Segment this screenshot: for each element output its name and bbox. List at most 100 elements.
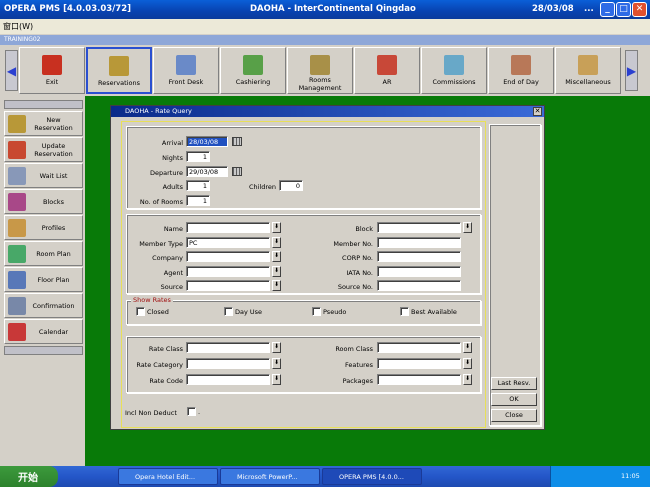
toolbar-cashiering[interactable]: Cashiering <box>220 47 286 94</box>
source-no-input[interactable] <box>377 280 461 291</box>
name-dropdown[interactable]: ⬇ <box>272 222 281 233</box>
departure-input[interactable]: 29/03/08 <box>186 166 228 177</box>
floor-plan-icon <box>8 271 26 289</box>
rate-code-input[interactable] <box>186 374 270 385</box>
taskbar-item-opera-pms[interactable]: OPERA PMS [4.0.0... <box>322 468 422 485</box>
packages-input[interactable] <box>377 374 461 385</box>
close-button[interactable]: ✕ <box>632 2 647 17</box>
sidebar-item-calendar[interactable]: Calendar <box>4 319 83 344</box>
calendar-icon[interactable] <box>232 167 242 176</box>
sidebar-item-update-reservation[interactable]: Update Reservation <box>4 137 83 162</box>
miscellaneous-icon <box>578 55 598 75</box>
toolbar-end-of-day[interactable]: End of Day <box>488 47 554 94</box>
closed-checkbox[interactable] <box>136 307 145 316</box>
rate-code-dropdown[interactable]: ⬇ <box>272 374 281 385</box>
profiles-icon <box>8 219 26 237</box>
rooms-label: No. of Rooms <box>139 198 183 206</box>
toolbar-rooms-management[interactable]: Rooms Management <box>287 47 353 94</box>
agent-dropdown[interactable]: ⬇ <box>272 266 281 277</box>
packages-dropdown[interactable]: ⬇ <box>463 374 472 385</box>
toolbar-reservations[interactable]: Reservations <box>86 47 152 94</box>
taskbar-item-opera-hotel[interactable]: Opera Hotel Edit... <box>118 468 218 485</box>
rate-category-dropdown[interactable]: ⬇ <box>272 358 281 369</box>
app-title: OPERA PMS [4.0.03.03/72] <box>4 4 131 14</box>
block-input[interactable] <box>377 222 461 233</box>
toolbar-commissions[interactable]: Commissions <box>421 47 487 94</box>
taskbar-item-powerpoint[interactable]: Microsoft PowerP... <box>220 468 320 485</box>
features-input[interactable] <box>377 358 461 369</box>
member-no-input[interactable] <box>377 237 461 248</box>
minimize-button[interactable]: _ <box>600 2 615 17</box>
adults-input[interactable]: 1 <box>186 180 210 191</box>
sidebar-item-blocks[interactable]: Blocks <box>4 189 83 214</box>
menu-window[interactable]: 窗口(W) <box>3 22 33 31</box>
toolbar-front-desk[interactable]: Front Desk <box>153 47 219 94</box>
rate-category-input[interactable] <box>186 358 270 369</box>
source-dropdown[interactable]: ⬇ <box>272 280 281 291</box>
name-input[interactable] <box>186 222 270 233</box>
last-resv-button[interactable]: Last Resv. <box>491 377 537 390</box>
session-bar: TRAINING02 <box>0 35 650 45</box>
features-label: Features <box>345 361 373 369</box>
agent-input[interactable] <box>186 266 270 277</box>
toolbar-scroll-right[interactable]: ▶ <box>625 50 638 91</box>
iata-no-input[interactable] <box>377 266 461 277</box>
incl-non-deduct-checkbox[interactable] <box>187 407 196 416</box>
toolbar-scroll-left[interactable]: ◀ <box>5 50 18 91</box>
sidebar-item-confirmation[interactable]: Confirmation <box>4 293 83 318</box>
best-available-checkbox[interactable] <box>400 307 409 316</box>
sidebar-item-room-plan[interactable]: Room Plan <box>4 241 83 266</box>
company-dropdown[interactable]: ⬇ <box>272 251 281 262</box>
source-input[interactable] <box>186 280 270 291</box>
sidebar: New Reservation Update Reservation Wait … <box>0 96 85 466</box>
room-class-input[interactable] <box>377 342 461 353</box>
children-input[interactable]: 0 <box>279 180 303 191</box>
sidebar-scroll-down[interactable] <box>4 346 83 355</box>
dialog-close-button[interactable]: ✕ <box>533 107 542 116</box>
toolbar-miscellaneous[interactable]: Miscellaneous <box>555 47 621 94</box>
pseudo-label: Pseudo <box>323 308 347 316</box>
pseudo-checkbox[interactable] <box>312 307 321 316</box>
dialog-close-action-button[interactable]: Close <box>491 409 537 422</box>
sidebar-item-wait-list[interactable]: Wait List <box>4 163 83 188</box>
sidebar-scroll-up[interactable] <box>4 100 83 109</box>
children-label: Children <box>248 183 276 191</box>
nights-input[interactable]: 1 <box>186 151 210 162</box>
member-type-input[interactable]: PC <box>186 237 270 248</box>
ok-button[interactable]: OK <box>491 393 537 406</box>
best-available-label: Best Available <box>411 308 457 316</box>
window-titlebar: OPERA PMS [4.0.03.03/72] DAOHA - InterCo… <box>0 0 650 19</box>
toolbar-exit[interactable]: Exit <box>19 47 85 94</box>
session-label: TRAINING02 <box>4 36 41 43</box>
rate-class-dropdown[interactable]: ⬇ <box>272 342 281 353</box>
sidebar-item-profiles[interactable]: Profiles <box>4 215 83 240</box>
company-input[interactable] <box>186 251 270 262</box>
rate-class-input[interactable] <box>186 342 270 353</box>
corp-no-label: CORP No. <box>342 254 373 262</box>
ar-icon <box>377 55 397 75</box>
room-class-dropdown[interactable]: ⬇ <box>463 342 472 353</box>
member-type-dropdown[interactable]: ⬇ <box>272 237 281 248</box>
features-dropdown[interactable]: ⬇ <box>463 358 472 369</box>
sidebar-item-new-reservation[interactable]: New Reservation <box>4 111 83 136</box>
start-button[interactable]: 开始 <box>0 466 58 487</box>
maximize-button[interactable]: □ <box>616 2 631 17</box>
day-use-checkbox[interactable] <box>224 307 233 316</box>
calendar-icon <box>8 323 26 341</box>
member-no-label: Member No. <box>333 240 373 248</box>
corp-no-input[interactable] <box>377 251 461 262</box>
menu-bar: 窗口(W) <box>0 19 650 34</box>
rate-category-label: Rate Category <box>136 361 183 369</box>
company-label: Company <box>152 254 183 262</box>
blocks-icon <box>8 193 26 211</box>
block-dropdown[interactable]: ⬇ <box>463 222 472 233</box>
departure-label: Departure <box>150 169 183 177</box>
rooms-input[interactable]: 1 <box>186 195 210 206</box>
toolbar-ar[interactable]: AR <box>354 47 420 94</box>
agent-label: Agent <box>163 269 183 277</box>
rate-class-label: Rate Class <box>148 345 183 353</box>
sidebar-item-floor-plan[interactable]: Floor Plan <box>4 267 83 292</box>
arrival-input[interactable]: 28/03/08 <box>186 136 228 147</box>
confirmation-icon <box>8 297 26 315</box>
calendar-icon[interactable] <box>232 137 242 146</box>
